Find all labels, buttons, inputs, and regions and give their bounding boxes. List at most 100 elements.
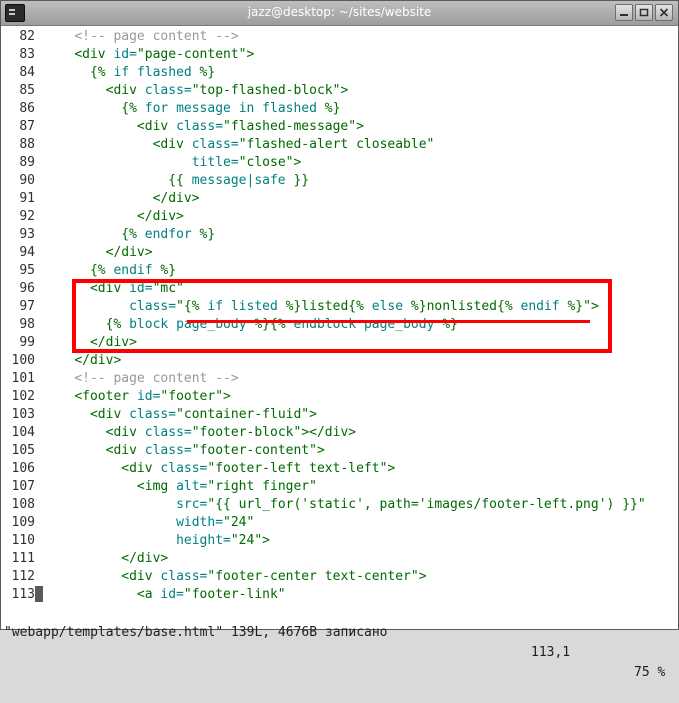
code-token: id= [113, 47, 137, 62]
code-token: {% [89, 263, 114, 278]
code-line[interactable]: 84 {% if flashed %} [1, 64, 678, 82]
line-number: 83 [19, 47, 35, 62]
code-line[interactable]: 107 <img alt="right finger" [1, 478, 678, 496]
code-token: class= [144, 83, 192, 98]
code-line[interactable]: 100 </div> [1, 352, 678, 370]
code-token: > [387, 461, 396, 476]
line-code: <img alt="right finger" [43, 478, 317, 496]
line-code: </div> [43, 190, 200, 208]
code-token: <a [136, 587, 161, 602]
code-token: %} [152, 263, 177, 278]
code-line[interactable]: 104 <div class="footer-block"></div> [1, 424, 678, 442]
code-token: id= [160, 587, 184, 602]
code-token: for [144, 101, 177, 116]
code-token: "flashed-alert closeable" [238, 137, 435, 152]
line-number: 95 [19, 263, 35, 278]
line-number: 102 [11, 389, 35, 404]
line-number: 89 [19, 155, 35, 170]
code-line[interactable]: 102 <footer id="footer"> [1, 388, 678, 406]
code-token: "footer-content" [191, 443, 317, 458]
code-token: > [223, 389, 231, 404]
code-line[interactable]: 89 title="close"> [1, 154, 678, 172]
line-code: {% for message in flashed %} [43, 100, 340, 118]
line-number: 99 [19, 335, 35, 350]
terminal-window: jazz@desktop: ~/sites/website 82 <!-- pa… [0, 0, 679, 680]
code-line[interactable]: 101 <!-- page content --> [1, 370, 678, 388]
title-bar[interactable]: jazz@desktop: ~/sites/website [1, 1, 678, 26]
code-line[interactable]: 83 <div id="page-content"> [1, 46, 678, 64]
line-code: <div class="footer-content"> [43, 442, 325, 460]
code-token: "right finger" [207, 479, 317, 494]
line-code: <div class="footer-center text-center"> [43, 568, 426, 586]
line-code: {% if flashed %} [43, 64, 215, 82]
code-token: "24" [223, 515, 255, 530]
code-token: class= [129, 407, 177, 422]
code-line[interactable]: 82 <!-- page content --> [1, 28, 678, 46]
code-line[interactable]: 90 {{ message|safe }} [1, 172, 678, 190]
code-token: {% [89, 65, 114, 80]
line-number: 101 [11, 371, 35, 386]
code-token: "footer-left text-left" [207, 461, 388, 476]
code-line[interactable]: 86 {% for message in flashed %} [1, 100, 678, 118]
code-token: <div [121, 461, 161, 476]
code-line[interactable]: 109 width="24" [1, 514, 678, 532]
code-line[interactable]: 92 </div> [1, 208, 678, 226]
code-token: "flashed-message" [223, 119, 357, 134]
close-button[interactable] [655, 4, 673, 21]
code-token: "page-content" [136, 47, 247, 62]
code-token: "footer-block" [191, 425, 302, 440]
code-token: <img [136, 479, 177, 494]
code-line[interactable]: 110 height="24"> [1, 532, 678, 550]
line-code: <!-- page content --> [43, 28, 238, 46]
line-number: 106 [11, 461, 35, 476]
code-line[interactable]: 93 {% endfor %} [1, 226, 678, 244]
code-token: <div [152, 137, 192, 152]
code-line[interactable]: 112 <div class="footer-center text-cente… [1, 568, 678, 586]
line-number: 90 [19, 173, 35, 188]
line-number: 98 [19, 317, 35, 332]
code-line[interactable]: 113 <a id="footer-link" [1, 586, 678, 604]
code-line[interactable]: 105 <div class="footer-content"> [1, 442, 678, 460]
text-cursor [35, 586, 43, 602]
line-number: 84 [19, 65, 35, 80]
line-number: 113 [11, 587, 35, 602]
code-line[interactable]: 91 </div> [1, 190, 678, 208]
code-token: "footer-link" [183, 587, 286, 602]
code-line[interactable]: 111 </div> [1, 550, 678, 568]
code-token: <div [74, 47, 114, 62]
code-line[interactable]: 106 <div class="footer-left text-left"> [1, 460, 678, 478]
line-number: 97 [19, 299, 35, 314]
code-line[interactable]: 88 <div class="flashed-alert closeable" [1, 136, 678, 154]
code-token: > [316, 443, 325, 458]
code-line[interactable]: 94 </div> [1, 244, 678, 262]
code-line[interactable]: 95 {% endif %} [1, 262, 678, 280]
minimize-button[interactable] [615, 4, 633, 21]
code-token: height= [176, 533, 231, 548]
code-token: "footer" [160, 389, 224, 404]
code-token: </div> [105, 245, 153, 260]
code-line[interactable]: 103 <div class="container-fluid"> [1, 406, 678, 424]
maximize-button[interactable] [635, 4, 653, 21]
code-token: </div> [136, 209, 184, 224]
code-token: > [340, 83, 349, 98]
code-line[interactable]: 108 src="{{ url_for('static', path='imag… [1, 496, 678, 514]
code-line[interactable]: 87 <div class="flashed-message"> [1, 118, 678, 136]
status-file-info: "webapp/templates/base.html" 139L, 4676B… [4, 625, 388, 640]
code-line[interactable]: 85 <div class="top-flashed-block"> [1, 82, 678, 100]
line-number: 104 [11, 425, 35, 440]
code-token: "24" [230, 533, 263, 548]
maximize-icon [639, 8, 649, 17]
code-token: <div [105, 425, 145, 440]
line-code: <!-- page content --> [43, 370, 238, 388]
line-number: 111 [11, 551, 35, 566]
